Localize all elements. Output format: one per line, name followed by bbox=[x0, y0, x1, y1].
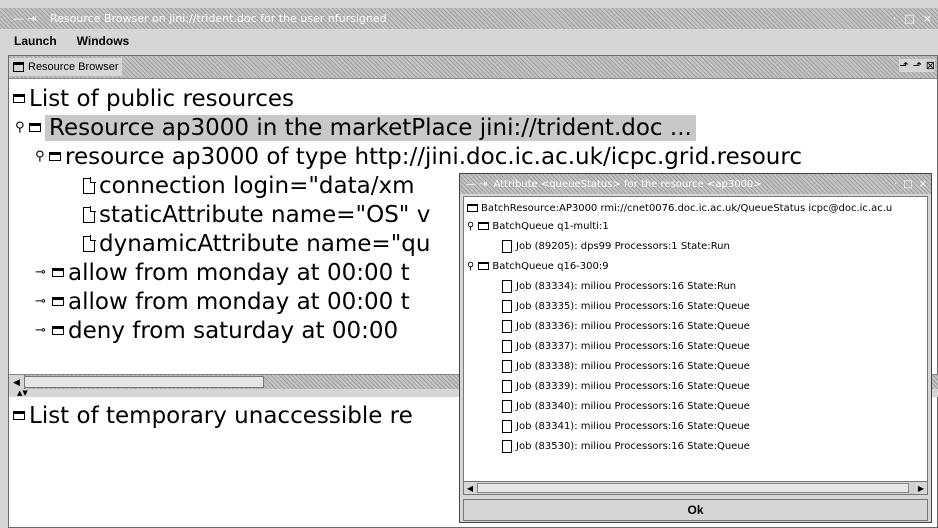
tree-node-public-root[interactable]: List of public resources bbox=[13, 84, 294, 113]
window-titlebar[interactable]: — ⇥ Resource Browser on jini://trident.d… bbox=[0, 8, 938, 29]
folder-icon bbox=[13, 94, 25, 103]
document-icon bbox=[502, 359, 512, 373]
expanded-handle-icon[interactable]: ⚲ bbox=[15, 121, 25, 134]
menu-windows[interactable]: Windows bbox=[63, 34, 136, 48]
ok-button[interactable]: Ok bbox=[463, 499, 928, 521]
collapsed-handle-icon[interactable]: ⊸ bbox=[35, 295, 49, 308]
list-item[interactable]: Job (83530): miliou Processors:16 State:… bbox=[502, 436, 750, 456]
document-icon bbox=[502, 279, 512, 293]
tree-node-resource[interactable]: ⚲ Resource ap3000 in the marketPlace jin… bbox=[15, 113, 696, 142]
document-icon bbox=[502, 379, 512, 393]
window-title: Resource Browser on jini://trident.doc f… bbox=[50, 12, 387, 25]
list-item[interactable]: Job (83337): miliou Processors:16 State:… bbox=[502, 336, 750, 356]
dialog-horizontal-scrollbar[interactable]: ◀ ▶ bbox=[463, 481, 928, 495]
tree-node-static-attribute[interactable]: staticAttribute name="OS" v bbox=[83, 200, 430, 229]
tree-node-batch-resource[interactable]: BatchResource:AP3000 rmi://cnet0076.doc.… bbox=[467, 198, 892, 218]
scrollbar-thumb[interactable] bbox=[24, 376, 264, 388]
tree-node-rule[interactable]: ⊸ allow from monday at 00:00 t bbox=[35, 287, 410, 316]
document-icon bbox=[83, 176, 96, 194]
queue-status-tree[interactable]: BatchResource:AP3000 rmi://cnet0076.doc.… bbox=[463, 196, 928, 482]
dialog-title: Attribute <queueStatus> for the resource… bbox=[493, 178, 762, 190]
close-frame-icon[interactable]: ⊠ bbox=[926, 59, 935, 72]
dialog-maximize-icon[interactable]: □ bbox=[903, 179, 912, 190]
folder-icon bbox=[13, 411, 25, 420]
dialog-minimize-icon[interactable]: · bbox=[894, 179, 897, 190]
menu-launch[interactable]: Launch bbox=[0, 34, 63, 48]
document-icon bbox=[502, 419, 512, 433]
list-item[interactable]: Job (89205): dps99 Processors:1 State:Ru… bbox=[502, 236, 730, 256]
tree-node-queue[interactable]: ⚲ BatchQueue q16-300:9 bbox=[467, 256, 609, 276]
frame-titlebar[interactable]: Resource Browser ⬏ ⬏ ⊠ bbox=[9, 56, 937, 79]
folder-icon bbox=[29, 123, 41, 132]
expanded-handle-icon[interactable]: ⚲ bbox=[467, 221, 474, 232]
scrollbar-thumb[interactable] bbox=[477, 483, 909, 493]
list-item[interactable]: Job (83336): miliou Processors:16 State:… bbox=[502, 316, 750, 336]
folder-icon bbox=[49, 152, 61, 161]
list-item[interactable]: Job (83338): miliou Processors:16 State:… bbox=[502, 356, 750, 376]
tree-node-connection[interactable]: connection login="data/xm bbox=[83, 171, 415, 200]
menubar: Launch Windows bbox=[0, 29, 938, 52]
maximize-icon[interactable]: □ bbox=[904, 12, 914, 25]
dialog-menu-icon[interactable]: — ⇥ bbox=[460, 179, 494, 190]
minimize-icon[interactable]: · bbox=[893, 12, 897, 25]
folder-icon bbox=[467, 204, 478, 212]
scroll-right-icon[interactable]: ▶ bbox=[915, 482, 927, 494]
folder-icon bbox=[52, 268, 64, 277]
document-icon bbox=[502, 399, 512, 413]
document-icon bbox=[502, 319, 512, 333]
tree-node-rule[interactable]: ⊸ deny from saturday at 00:00 bbox=[35, 316, 398, 345]
close-icon[interactable]: × bbox=[923, 12, 932, 25]
folder-icon bbox=[52, 326, 64, 335]
list-item[interactable]: Job (83341): miliou Processors:16 State:… bbox=[502, 416, 750, 436]
folder-icon bbox=[52, 297, 64, 306]
tree-node-queue[interactable]: ⚲ BatchQueue q1-multi:1 bbox=[467, 216, 609, 236]
document-icon bbox=[502, 439, 512, 453]
list-item[interactable]: Job (83335): miliou Processors:16 State:… bbox=[502, 296, 750, 316]
document-icon bbox=[502, 239, 512, 253]
scroll-left-icon[interactable]: ◀ bbox=[464, 482, 476, 494]
list-item[interactable]: Job (83339): miliou Processors:16 State:… bbox=[502, 376, 750, 396]
iconify-icon[interactable]: ⬏ bbox=[899, 59, 908, 72]
attribute-dialog: — ⇥ Attribute <queueStatus> for the reso… bbox=[459, 173, 932, 523]
folder-icon bbox=[478, 222, 490, 230]
folder-icon bbox=[478, 262, 490, 270]
list-item[interactable]: Job (83334): miliou Processors:16 State:… bbox=[502, 276, 736, 296]
collapsed-handle-icon[interactable]: ⊸ bbox=[35, 324, 49, 337]
dialog-close-icon[interactable]: × bbox=[919, 179, 927, 190]
collapsed-handle-icon[interactable]: ⊸ bbox=[35, 266, 49, 279]
document-icon bbox=[83, 205, 96, 223]
document-icon bbox=[83, 234, 96, 252]
expanded-handle-icon[interactable]: ⚲ bbox=[35, 150, 45, 163]
dialog-titlebar[interactable]: — ⇥ Attribute <queueStatus> for the reso… bbox=[460, 174, 931, 194]
frame-icon bbox=[13, 62, 24, 72]
frame-title: Resource Browser bbox=[28, 61, 119, 73]
maximize-frame-icon[interactable]: ⬏ bbox=[913, 59, 922, 72]
scroll-left-icon[interactable]: ◀ bbox=[9, 375, 25, 390]
document-icon bbox=[502, 339, 512, 353]
tree-node-rule[interactable]: ⊸ allow from monday at 00:00 t bbox=[35, 258, 410, 287]
document-icon bbox=[502, 299, 512, 313]
main-window: — ⇥ Resource Browser on jini://trident.d… bbox=[0, 0, 938, 528]
list-item[interactable]: Job (83340): miliou Processors:16 State:… bbox=[502, 396, 750, 416]
tree-node-dynamic-attribute[interactable]: dynamicAttribute name="qu bbox=[83, 229, 430, 258]
tree-node-resource-type[interactable]: ⚲ resource ap3000 of type http://jini.do… bbox=[35, 142, 802, 171]
expanded-handle-icon[interactable]: ⚲ bbox=[467, 261, 474, 272]
tree-node-temp-root[interactable]: List of temporary unaccessible re bbox=[13, 401, 413, 430]
window-menu-icon[interactable]: — ⇥ bbox=[0, 12, 50, 25]
